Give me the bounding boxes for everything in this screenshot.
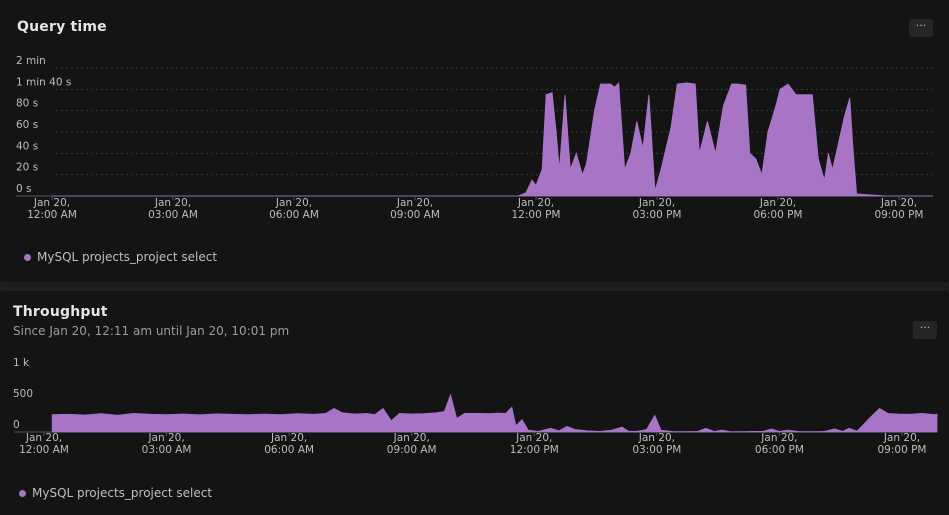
x-tick-label: Jan 20, 09:00 PM [875, 197, 924, 221]
y-tick-label: 0 s [16, 183, 32, 195]
throughput-legend-label: MySQL projects_project select [32, 486, 213, 500]
x-tick-label: Jan 20, 09:00 AM [390, 197, 440, 221]
x-tick-label: Jan 20, 03:00 AM [148, 197, 198, 221]
x-tick-label: Jan 20, 12:00 AM [19, 432, 69, 456]
x-tick-label: Jan 20, 06:00 PM [754, 197, 803, 221]
series-area[interactable] [51, 393, 938, 433]
x-tick-label: Jan 20, 09:00 PM [878, 432, 927, 456]
series-dot-icon [24, 253, 31, 261]
x-tick-label: Jan 20, 06:00 PM [755, 432, 804, 456]
x-tick-label: Jan 20, 12:00 PM [510, 432, 559, 456]
query-time-panel: Query time ··· 0 s 20 s 40 s 60 s 80 s1 min … [0, 0, 949, 282]
throughput-chart: 0 500 1 k Jan 20, 12:00 AM Jan 20, 03:00 AM Jan… [13, 357, 938, 456]
throughput-panel: Throughput Since Jan 20, 12:11 am until … [0, 291, 949, 515]
y-tick-label: 500 [13, 388, 33, 400]
y-tick-label: 1 k [13, 357, 30, 369]
query-time-chart: 0 s 20 s 40 s 60 s 80 s 1 min 40 s 2 min Jan 20… [16, 55, 933, 221]
y-tick-label: 2 min [16, 55, 46, 67]
x-tick-label: Jan 20, 03:00 AM [142, 432, 192, 456]
x-tick-label: Jan 20, 03:00 PM [633, 197, 682, 221]
x-tick-label: Jan 20, 03:00 PM [632, 432, 681, 456]
x-tick-label: Jan 20, 09:00 AM [387, 432, 437, 456]
y-tick-label: 40 s [16, 140, 38, 152]
y-tick-label: 60 s [16, 119, 38, 131]
x-tick-label: Jan 20, 06:00 AM [264, 432, 314, 456]
x-tick-label: Jan 20, 12:00 PM [512, 197, 561, 221]
y-tick-label: 20 s [16, 162, 38, 174]
series-area[interactable] [52, 81, 933, 197]
series-dot-icon [19, 489, 26, 497]
y-tick-label: 80 s [16, 98, 38, 110]
y-tick-label: 0 [13, 419, 20, 431]
x-tick-label: Jan 20, 06:00 AM [269, 197, 319, 221]
y-tick-label: 1 min 40 s [16, 76, 71, 88]
query-time-legend-label: MySQL projects_project select [37, 250, 218, 264]
x-tick-label: Jan 20, 12:00 AM [27, 197, 77, 221]
query-time-legend[interactable]: MySQL projects_project select [24, 250, 217, 264]
throughput-legend[interactable]: MySQL projects_project select [19, 486, 212, 500]
